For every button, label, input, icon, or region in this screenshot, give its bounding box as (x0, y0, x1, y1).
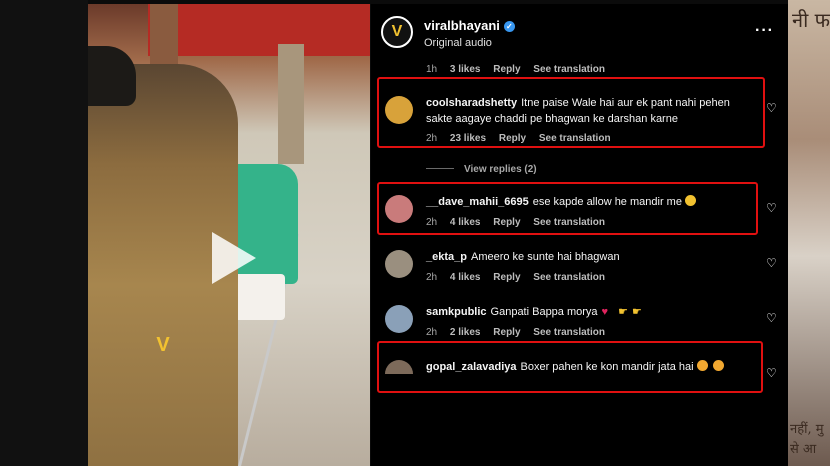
pointing-hand-emoji-icon: ☛ (631, 306, 642, 318)
comment-time: 2h (426, 272, 438, 283)
commenter-avatar[interactable] (385, 250, 413, 278)
see-translation-button[interactable]: See translation (533, 327, 605, 338)
reel-video[interactable]: V (88, 4, 370, 466)
highlight-box (377, 341, 763, 393)
more-options-icon[interactable]: ··· (755, 22, 774, 40)
pointing-hand-emoji-icon: ☛ (618, 306, 628, 318)
backdrop-next-post-preview[interactable]: नी फ नहीं, मु से आ (788, 0, 830, 466)
comment-meta: 2h 2 likes Reply See translation (426, 327, 615, 338)
audio-label[interactable]: Original audio (424, 37, 492, 49)
comment-text-block: _ekta_p Ameero ke sunte hai bhagwan (426, 249, 756, 265)
comment-text: Ganpati Bappa morya (490, 306, 598, 318)
play-icon[interactable] (212, 232, 256, 284)
author-username[interactable]: viralbhayani (424, 18, 500, 33)
comment-text-block: samkpublic Ganpati Bappa morya ♥ ☛ ☛ (426, 304, 756, 320)
like-heart-icon[interactable]: ♡ (766, 312, 778, 324)
like-heart-icon[interactable]: ♡ (766, 102, 778, 114)
like-heart-icon[interactable]: ♡ (766, 367, 778, 379)
comment-meta: 1h 3 likes Reply See translation (426, 64, 615, 75)
author-avatar[interactable]: V (381, 16, 413, 48)
see-translation-button[interactable]: See translation (533, 64, 605, 75)
commenter-username[interactable]: _ekta_p (426, 251, 467, 263)
post-header: V viralbhayani ✓ Original audio ··· (371, 4, 788, 60)
view-replies-label[interactable]: View replies (2) (464, 164, 537, 175)
highlight-box (377, 182, 758, 235)
comment-time: 2h (426, 327, 438, 338)
video-scene-canopy (148, 4, 370, 56)
background-caption-text-bottom: नहीं, मु से आ (790, 422, 824, 457)
highlight-box (377, 77, 765, 148)
view-replies-button[interactable]: View replies (2) (426, 164, 537, 175)
reply-button[interactable]: Reply (493, 64, 520, 75)
comment-likes[interactable]: 3 likes (450, 64, 481, 75)
red-heart-emoji-icon: ♥ (601, 306, 609, 318)
commenter-username[interactable]: samkpublic (426, 306, 487, 318)
comment-meta: 2h 4 likes Reply See translation (426, 272, 615, 283)
verified-badge-icon: ✓ (503, 21, 515, 32)
comment-text: Ameero ke sunte hai bhagwan (470, 251, 620, 263)
comment-likes[interactable]: 2 likes (450, 327, 481, 338)
comment-likes[interactable]: 4 likes (450, 272, 481, 283)
comment-time: 1h (426, 64, 438, 75)
comments-panel: V viralbhayani ✓ Original audio ··· 1h 3 … (371, 4, 788, 466)
divider (426, 168, 454, 169)
background-caption-text: नी फ (792, 8, 830, 32)
video-scene-pillar-2 (278, 44, 304, 164)
like-heart-icon[interactable]: ♡ (766, 202, 778, 214)
reply-button[interactable]: Reply (493, 327, 520, 338)
backdrop-left-region (0, 0, 88, 466)
commenter-avatar[interactable] (385, 305, 413, 333)
reply-button[interactable]: Reply (493, 272, 520, 283)
author-avatar-glyph: V (391, 23, 403, 40)
author-username-row[interactable]: viralbhayani ✓ (424, 18, 515, 33)
see-translation-button[interactable]: See translation (533, 272, 605, 283)
video-scene-officer-cap (88, 46, 136, 106)
watermark-logo: V (156, 334, 170, 356)
like-heart-icon[interactable]: ♡ (766, 257, 778, 269)
